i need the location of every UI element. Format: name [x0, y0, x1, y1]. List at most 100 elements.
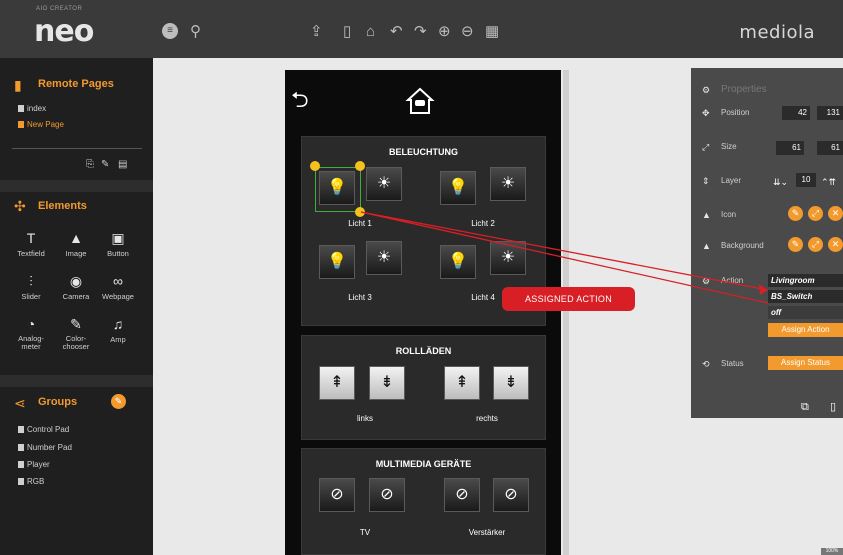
element-color-chooser[interactable]: ✎ Color- chooser [55, 316, 97, 351]
action-value-field[interactable]: off [768, 306, 843, 319]
action-room-field[interactable]: Livingroom [768, 274, 843, 287]
action-label: Action [721, 276, 744, 285]
shutter-up-button[interactable]: ⇞ [444, 366, 480, 400]
button-icon: ▣ [111, 230, 125, 246]
assign-status-button[interactable]: Assign Status [768, 356, 843, 370]
action-gear-icon: ⚙ [702, 276, 711, 286]
zoom-in-icon[interactable]: ⊕ [438, 24, 451, 39]
layer-icon: ⇕ [702, 176, 710, 186]
section-divider [0, 375, 153, 387]
edit-icon[interactable]: ✎ [788, 237, 803, 252]
assign-action-button[interactable]: Assign Action [768, 323, 843, 337]
pin-icon[interactable]: ⚲ [190, 24, 201, 39]
background-label: Background [721, 241, 764, 250]
size-height-input[interactable]: 61 [817, 141, 843, 155]
webpage-icon: ∞ [113, 273, 123, 289]
shutter-down-button[interactable]: ⇟ [369, 366, 405, 400]
group-item[interactable]: Number Pad [18, 443, 72, 452]
shutter-down-button[interactable]: ⇟ [493, 366, 529, 400]
page-item-new-page[interactable]: New Page [18, 120, 64, 129]
light-on-button[interactable]: ☀ [490, 241, 526, 275]
size-width-input[interactable]: 61 [776, 141, 804, 155]
shutter-label: rechts [476, 414, 498, 423]
menu-icon[interactable]: ≡ [162, 23, 178, 39]
size-icon: ⤢ [702, 142, 710, 152]
layer-down-icon[interactable]: ⇊⌄ [773, 175, 788, 190]
copy-icon[interactable]: ⧉ [801, 400, 809, 415]
undo-icon[interactable]: ↶ [390, 24, 403, 39]
zoom-out-icon[interactable]: ⊖ [461, 24, 474, 39]
groups-title: Groups [38, 396, 78, 408]
analog-meter-icon: ◔ [26, 316, 36, 332]
element-button[interactable]: ▣ Button [97, 230, 139, 258]
action-device-field[interactable]: BS_Switch [768, 290, 843, 303]
element-image[interactable]: ▲ Image [55, 230, 97, 258]
page-item-index[interactable]: index [18, 104, 46, 113]
section-title: ROLLLÄDEN [395, 346, 452, 356]
edit-groups-icon[interactable]: ✎ [111, 394, 126, 409]
remove-icon[interactable]: ✕ [828, 206, 843, 221]
section-title: BELEUCHTUNG [389, 147, 458, 157]
trash-icon[interactable]: ▯ [830, 400, 836, 415]
element-analog-meter[interactable]: ◔ Analog- meter [10, 316, 52, 351]
canvas-scrollbar[interactable] [563, 70, 569, 555]
size-label: Size [721, 142, 737, 151]
folder-icon [18, 478, 24, 485]
element-slider[interactable]: ⫶ Slider [10, 273, 52, 301]
back-icon[interactable]: ⮌ [291, 89, 309, 111]
assigned-action-callout: ASSIGNED ACTION [502, 287, 635, 311]
slider-icon: ⫶ [29, 273, 33, 289]
power-off-button[interactable]: ⊘ [319, 478, 355, 512]
group-item[interactable]: Control Pad [18, 425, 69, 434]
vendor-logo: mediola [739, 22, 815, 43]
remote-pages-title: Remote Pages [38, 78, 114, 90]
resize-handle[interactable] [355, 161, 365, 171]
icon-icon: ▲ [702, 210, 711, 220]
section-divider [0, 180, 153, 192]
new-page-icon[interactable]: ⎘ [86, 157, 94, 172]
device-label: TV [359, 528, 371, 537]
element-textfield[interactable]: T Textfield [10, 230, 52, 258]
light-on-button[interactable]: ☀ [366, 241, 402, 275]
element-webpage[interactable]: ∞ Webpage [97, 273, 139, 301]
resize-handle[interactable] [355, 207, 365, 217]
upload-icon[interactable]: ⇪ [310, 24, 323, 39]
home-icon[interactable] [405, 86, 435, 116]
element-amp[interactable]: ♫ Amp [97, 316, 139, 344]
home-icon[interactable]: ⌂ [366, 24, 375, 39]
properties-title: Properties [721, 84, 767, 95]
status-label: Status [721, 359, 744, 368]
element-camera[interactable]: ◉ Camera [55, 273, 97, 301]
edit-page-icon[interactable]: ✎ [101, 157, 109, 172]
brand-subtitle: AIO CREATOR [36, 6, 83, 12]
delete-page-icon[interactable]: ▤ [118, 157, 127, 172]
shutter-up-button[interactable]: ⇞ [319, 366, 355, 400]
remove-icon[interactable]: ✕ [828, 237, 843, 252]
group-item[interactable]: RGB [18, 477, 44, 486]
groups-icon: ⋖ [14, 395, 26, 411]
layer-input[interactable]: 10 [796, 173, 816, 187]
phone-icon[interactable]: ▯ [343, 24, 351, 39]
power-off-button[interactable]: ⊘ [444, 478, 480, 512]
selection-outline[interactable] [315, 167, 361, 212]
light-bulb-button[interactable]: 💡 [440, 171, 476, 205]
power-on-button[interactable]: ⊘ [369, 478, 405, 512]
section-title: MULTIMEDIA GERÄTE [375, 459, 472, 469]
light-bulb-button[interactable]: 💡 [319, 245, 355, 279]
position-y-input[interactable]: 131 [817, 106, 843, 120]
edit-icon[interactable]: ✎ [788, 206, 803, 221]
resize-handle[interactable] [310, 161, 320, 171]
icon-label: Icon [721, 210, 737, 219]
light-bulb-button[interactable]: 💡 [440, 245, 476, 279]
position-x-input[interactable]: 42 [782, 106, 810, 120]
redo-icon[interactable]: ↷ [414, 24, 427, 39]
group-item[interactable]: Player [18, 460, 50, 469]
light-on-button[interactable]: ☀ [366, 167, 402, 201]
expand-icon[interactable]: ⤢ [808, 206, 823, 221]
layer-up-icon[interactable]: ⌃⇈ [821, 175, 836, 190]
expand-icon[interactable]: ⤢ [808, 237, 823, 252]
grid-icon[interactable]: ▦ [485, 24, 499, 39]
power-on-button[interactable]: ⊘ [493, 478, 529, 512]
shutter-label: links [356, 414, 373, 423]
light-on-button[interactable]: ☀ [490, 167, 526, 201]
